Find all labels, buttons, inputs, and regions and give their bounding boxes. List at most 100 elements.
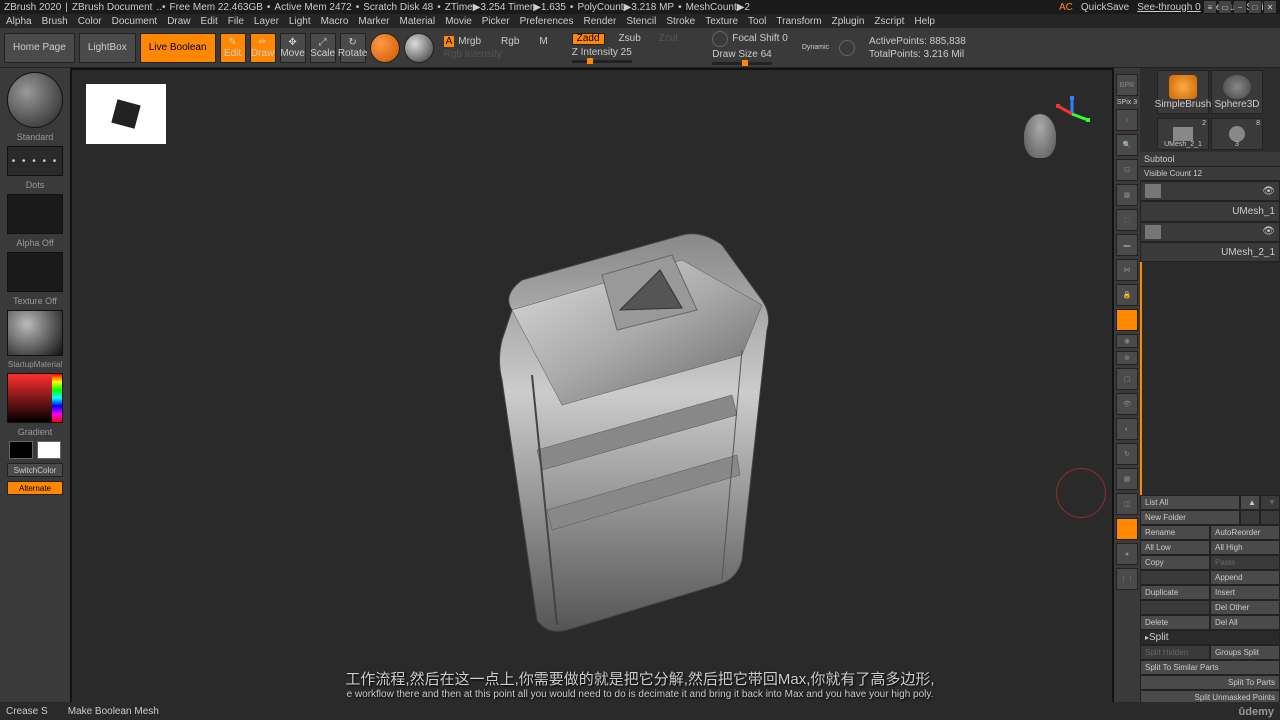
menu-macro[interactable]: Macro (321, 16, 349, 27)
listall-button[interactable]: List All (1140, 495, 1240, 510)
draw-button[interactable]: ✏Draw (250, 33, 276, 63)
quicksave[interactable]: QuickSave (1081, 2, 1129, 13)
split-section[interactable]: ▸ Split (1140, 630, 1280, 645)
seethrough[interactable]: See-through 0 (1137, 2, 1200, 13)
menu-draw[interactable]: Draw (167, 16, 190, 27)
menu-picker[interactable]: Picker (482, 16, 510, 27)
sphere-icon[interactable]: ● (1116, 543, 1138, 565)
sphere3d-tool[interactable]: Sphere3D (1211, 70, 1263, 114)
menu-texture[interactable]: Texture (705, 16, 738, 27)
menu-document[interactable]: Document (112, 16, 158, 27)
mesh-slot-1[interactable]: 2UMesh_2_1 (1157, 118, 1209, 150)
menu-brush[interactable]: Brush (42, 16, 68, 27)
viewport[interactable] (70, 68, 1114, 720)
copy-button[interactable]: Copy (1140, 555, 1210, 570)
menu-stroke[interactable]: Stroke (666, 16, 695, 27)
persp-icon[interactable]: ⬚ (1116, 209, 1138, 231)
camera-head-icon[interactable] (1024, 114, 1056, 158)
sketch-sphere[interactable] (404, 33, 434, 63)
swatch-black[interactable] (9, 441, 33, 459)
menu-movie[interactable]: Movie (445, 16, 472, 27)
delall-button[interactable]: Del All (1210, 615, 1280, 630)
delete-button[interactable]: Delete (1140, 615, 1210, 630)
menu-preferences[interactable]: Preferences (520, 16, 574, 27)
bpr-icon[interactable]: BPR (1116, 74, 1138, 96)
material-preview[interactable] (7, 310, 63, 356)
subtool-row-2[interactable]: 👁 (1140, 222, 1280, 242)
frame-icon[interactable]: ▢ (1116, 368, 1138, 390)
down-button[interactable]: ▼ (1260, 495, 1280, 510)
rotate-icon[interactable]: ↻ (1116, 443, 1138, 465)
switchcolor-button[interactable]: SwitchColor (7, 463, 63, 477)
menu-render[interactable]: Render (584, 16, 617, 27)
dynamic-icon[interactable] (839, 40, 855, 56)
lock-icon[interactable]: 🔒 (1116, 284, 1138, 306)
lightbox-button[interactable]: LightBox (79, 33, 136, 63)
newfolder-button[interactable]: New Folder (1140, 510, 1240, 525)
groupssplit-button[interactable]: Groups Split (1210, 645, 1280, 660)
paste-button[interactable]: Paste (1210, 555, 1280, 570)
splitparts-button[interactable]: Split To Parts (1140, 675, 1280, 690)
autoreorder-button[interactable]: AutoReorder (1210, 525, 1280, 540)
home-button[interactable]: Home Page (4, 33, 75, 63)
drawsize-slider[interactable] (712, 62, 772, 65)
rename-button[interactable]: Rename (1140, 525, 1210, 540)
close-icon[interactable]: ✕ (1264, 1, 1276, 13)
duplicate-button[interactable]: Duplicate (1140, 585, 1210, 600)
menu-marker[interactable]: Marker (358, 16, 389, 27)
menu-help[interactable]: Help (914, 16, 935, 27)
menu-tool[interactable]: Tool (748, 16, 766, 27)
menu-layer[interactable]: Layer (254, 16, 279, 27)
append-button[interactable]: Append (1210, 570, 1280, 585)
subtool-list[interactable] (1140, 262, 1280, 495)
menu-icon[interactable]: ≡ (1204, 1, 1216, 13)
menu-zplugin[interactable]: Zplugin (832, 16, 865, 27)
brush-preview[interactable] (7, 72, 63, 128)
menu-color[interactable]: Color (78, 16, 102, 27)
aahalf-icon[interactable]: ▦ (1116, 184, 1138, 206)
scale-button[interactable]: ⤢Scale (310, 33, 336, 63)
rotate-button[interactable]: ↻Rotate (340, 33, 366, 63)
edit-button[interactable]: ✎Edit (220, 33, 246, 63)
solo-icon[interactable]: ◐ (1116, 418, 1138, 440)
transp-icon[interactable]: ◫ (1116, 493, 1138, 515)
menu-material[interactable]: Material (400, 16, 436, 27)
menu-alpha[interactable]: Alpha (6, 16, 32, 27)
axis-gizmo[interactable] (1054, 96, 1090, 132)
xpose-icon[interactable]: ◉ (1116, 334, 1138, 348)
localsym-icon[interactable]: ⋈ (1116, 259, 1138, 281)
menu-zscript[interactable]: Zscript (874, 16, 904, 27)
zintensity-slider[interactable] (572, 60, 632, 63)
insert-button[interactable]: Insert (1210, 585, 1280, 600)
splitsimilar-button[interactable]: Split To Similar Parts (1140, 660, 1280, 675)
polyf-icon[interactable]: ▦ (1116, 468, 1138, 490)
ghost-icon[interactable] (1116, 518, 1138, 540)
floor-icon[interactable]: ▬ (1116, 234, 1138, 256)
subtool-row-1[interactable]: 👁 (1140, 181, 1280, 201)
subtool-label-2[interactable]: UMesh_2_1 (1140, 242, 1280, 262)
up-button[interactable]: ▲ (1240, 495, 1260, 510)
maximize-icon[interactable]: □ (1249, 1, 1261, 13)
window-icon[interactable]: ▭ (1219, 1, 1231, 13)
stroke-preview[interactable]: • • • • • (7, 146, 63, 176)
subtool-label-1[interactable]: UMesh_1 (1140, 201, 1280, 221)
color-picker[interactable] (7, 373, 63, 423)
actual-icon[interactable]: ⊡ (1116, 159, 1138, 181)
scroll-icon[interactable]: ↕ (1116, 109, 1138, 131)
alllow-button[interactable]: All Low (1140, 540, 1210, 555)
menu-transform[interactable]: Transform (776, 16, 821, 27)
subtool-header[interactable]: Subtool (1140, 152, 1280, 167)
liveboolean-button[interactable]: Live Boolean (140, 33, 216, 63)
menu-stencil[interactable]: Stencil (626, 16, 656, 27)
splithidden-button[interactable]: Split Hidden (1140, 645, 1210, 660)
delother-button[interactable]: Del Other (1210, 600, 1280, 615)
mesh-slot-2[interactable]: 83 (1211, 118, 1263, 150)
menu-edit[interactable]: Edit (201, 16, 218, 27)
zoom-icon[interactable]: 🔍 (1116, 134, 1138, 156)
xyz-icon[interactable] (1116, 309, 1138, 331)
swatch-white[interactable] (37, 441, 61, 459)
menu-file[interactable]: File (228, 16, 244, 27)
eye-icon[interactable]: 👁 (1116, 393, 1138, 415)
minimize-icon[interactable]: − (1234, 1, 1246, 13)
zoom2-icon[interactable]: ⊕ (1116, 351, 1138, 365)
